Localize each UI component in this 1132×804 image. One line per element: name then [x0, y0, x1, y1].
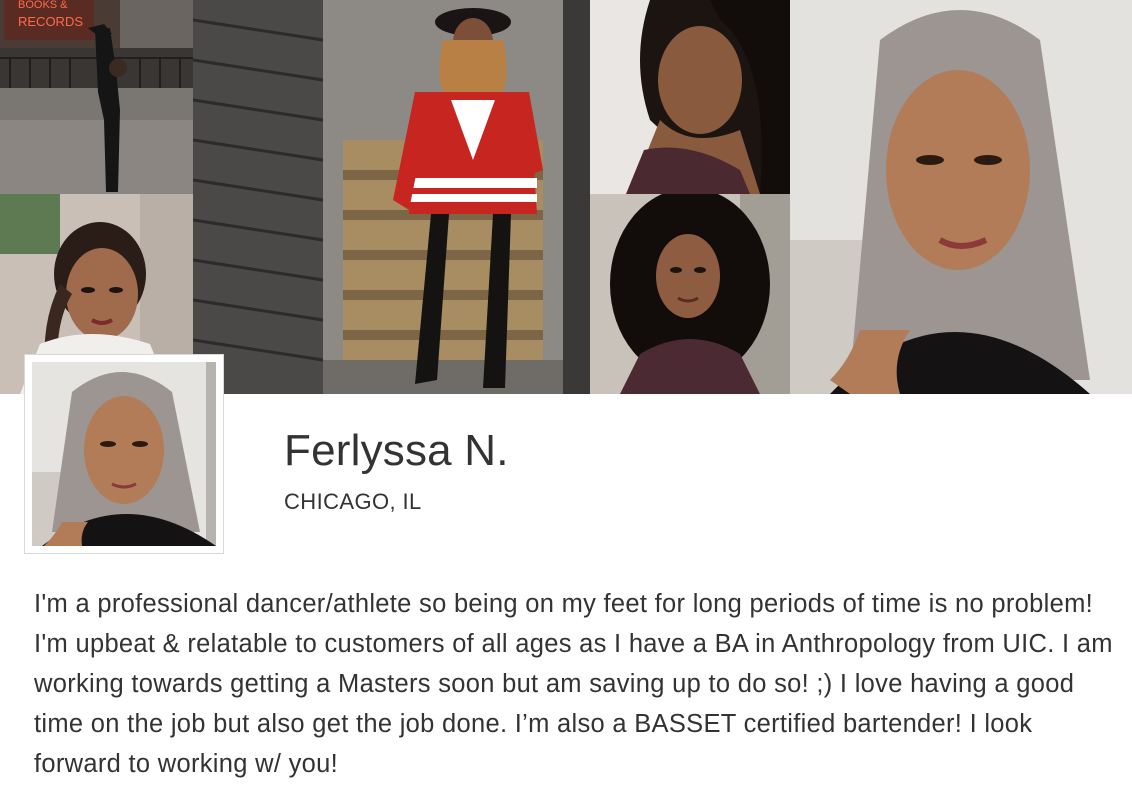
avatar-image [32, 362, 216, 546]
cover-photo-dancer-storefront: BOOKS & RECORDS [0, 0, 193, 194]
cover-photo-side-profile [590, 0, 790, 194]
profile-avatar[interactable] [24, 354, 224, 554]
profile-name: Ferlyssa N. [284, 426, 509, 475]
cover-photo-closeup [790, 0, 1132, 394]
profile-location: CHICAGO, IL [284, 489, 422, 514]
cover-photo-collage: BOOKS & RECORDS [0, 0, 1132, 394]
profile-bio: I'm a professional dancer/athlete so bei… [34, 590, 1113, 778]
cover-photo-red-jersey [193, 0, 590, 394]
storefront-sign-line2: RECORDS [18, 14, 83, 29]
cover-photo-curly-hair [590, 194, 790, 394]
storefront-sign-line1: BOOKS & [18, 0, 68, 11]
